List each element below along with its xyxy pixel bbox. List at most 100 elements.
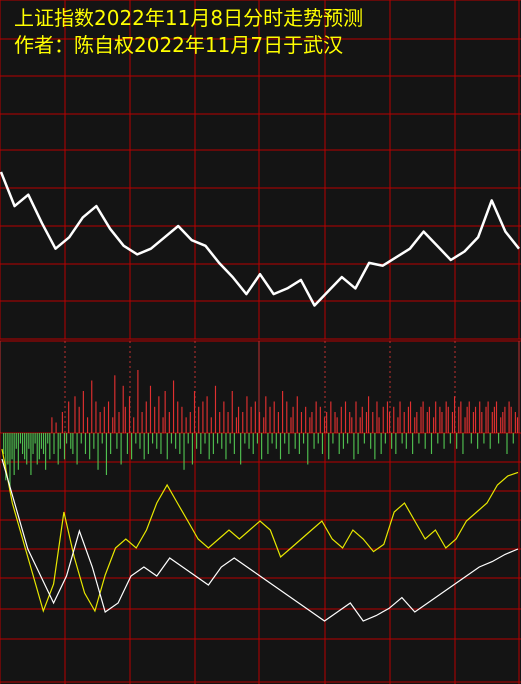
down-bar — [66, 433, 68, 444]
up-bar — [481, 412, 483, 433]
up-bar — [315, 401, 317, 433]
down-bar — [9, 433, 11, 491]
up-bar — [485, 406, 487, 434]
up-bar — [254, 401, 256, 433]
down-bar — [32, 433, 34, 454]
up-bar — [508, 401, 510, 433]
down-bar — [233, 433, 235, 454]
down-bar — [175, 433, 177, 449]
down-bar — [395, 433, 397, 454]
down-bar — [200, 433, 202, 454]
up-bar — [168, 412, 170, 433]
up-bar — [510, 406, 512, 434]
down-bar — [342, 433, 344, 449]
down-bar — [166, 433, 168, 460]
down-bar — [93, 433, 95, 449]
up-bar — [61, 412, 63, 433]
up-bar — [246, 396, 248, 434]
up-bar — [107, 401, 110, 433]
down-bar — [105, 433, 108, 475]
up-bar — [355, 401, 357, 433]
down-bar — [116, 433, 118, 449]
down-bar — [57, 433, 59, 465]
up-bar — [393, 406, 395, 434]
up-bar — [128, 396, 131, 434]
up-bar — [361, 406, 363, 434]
down-bar — [72, 433, 74, 454]
down-bar — [248, 433, 250, 449]
down-bar — [208, 433, 210, 460]
down-bar — [45, 433, 47, 470]
up-bar — [193, 391, 196, 433]
down-bar — [256, 433, 258, 444]
up-bar — [466, 406, 468, 434]
down-bar — [477, 433, 479, 449]
up-bar — [487, 401, 489, 433]
down-bar — [225, 433, 227, 460]
down-bar — [418, 433, 420, 444]
up-bar — [319, 406, 321, 434]
up-bar — [149, 385, 152, 434]
down-bar — [271, 433, 273, 444]
up-bar — [433, 417, 435, 434]
down-bar — [332, 433, 334, 444]
up-bar — [258, 412, 261, 433]
down-bar — [11, 433, 13, 460]
down-bar — [97, 433, 99, 470]
up-bar — [504, 406, 506, 434]
up-bar — [388, 412, 391, 433]
up-bar — [133, 417, 135, 434]
down-bar — [363, 433, 365, 444]
up-bar — [55, 422, 57, 433]
up-bar — [74, 396, 76, 434]
down-bar — [84, 433, 87, 454]
down-bar — [512, 433, 514, 444]
up-bar — [300, 412, 303, 433]
down-bar — [179, 433, 181, 454]
down-bar — [456, 433, 458, 449]
down-bar — [139, 433, 141, 449]
down-bar — [19, 433, 22, 444]
up-bar — [495, 401, 498, 433]
up-bar — [340, 406, 342, 434]
down-bar — [229, 433, 231, 444]
up-bar — [210, 417, 212, 434]
up-bar — [206, 396, 208, 434]
up-bar — [349, 412, 351, 433]
up-bar — [309, 417, 311, 434]
down-bar — [28, 433, 30, 449]
up-bar — [78, 406, 80, 434]
down-bar — [380, 433, 382, 454]
down-bar — [391, 433, 393, 449]
down-bar — [101, 433, 103, 444]
down-bar — [240, 433, 242, 465]
down-bar — [135, 433, 137, 444]
down-bar — [34, 433, 36, 444]
down-bar — [3, 433, 5, 454]
up-bar — [162, 417, 164, 434]
down-bar — [126, 433, 128, 454]
up-bar — [435, 401, 437, 433]
up-bar — [103, 406, 105, 434]
up-bar — [273, 401, 275, 433]
up-bar — [91, 380, 93, 433]
down-bar — [483, 433, 485, 444]
up-bar — [464, 417, 466, 434]
down-bar — [298, 433, 300, 454]
up-bar — [189, 412, 191, 433]
up-bar — [263, 417, 265, 434]
up-bar — [68, 401, 70, 433]
down-bar — [59, 433, 61, 449]
up-bar — [445, 401, 447, 433]
up-bar — [474, 406, 477, 434]
down-bar — [384, 433, 386, 444]
up-bar — [468, 401, 470, 433]
up-bar — [514, 412, 516, 433]
down-bar — [183, 433, 185, 470]
down-bar — [462, 433, 464, 454]
up-bar — [422, 401, 424, 433]
up-bar — [250, 406, 252, 434]
down-bar — [321, 433, 324, 454]
up-bar — [460, 401, 462, 433]
down-bar — [26, 433, 28, 465]
